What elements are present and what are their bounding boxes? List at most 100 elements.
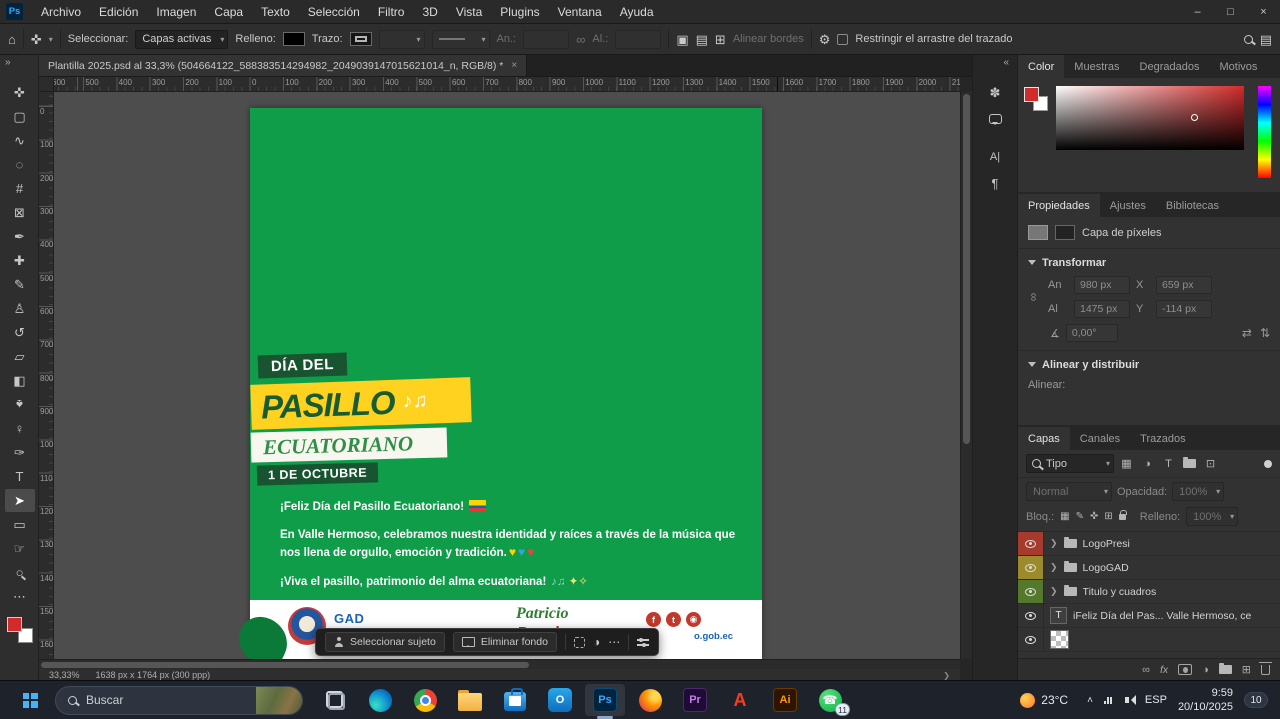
menu-item-plugins[interactable]: Plugins xyxy=(491,0,548,23)
tab-canales[interactable]: Canales xyxy=(1070,427,1130,450)
clone-stamp-tool[interactable]: ♙ xyxy=(5,297,35,320)
path-selection-tool[interactable]: ➤ xyxy=(5,489,35,512)
close-button[interactable]: × xyxy=(1247,0,1280,23)
saturation-brightness-box[interactable] xyxy=(1056,86,1244,150)
hidden-icons-chevron-icon[interactable]: ˄ xyxy=(1087,695,1093,706)
link-dimensions-icon[interactable]: ∞ xyxy=(576,33,585,46)
gradient-tool[interactable]: ◧ xyxy=(5,369,35,392)
hand-tool[interactable]: ☞ xyxy=(5,537,35,560)
stroke-swatch[interactable] xyxy=(350,32,372,46)
healing-brush-tool[interactable]: ✚ xyxy=(5,249,35,272)
flip-vertical-icon[interactable]: ⇅ xyxy=(1260,326,1270,340)
filter-adjustment-layers-icon[interactable]: ◑ xyxy=(1139,455,1156,472)
transform-section-header[interactable]: Transformar xyxy=(1018,249,1280,274)
menu-item-3d[interactable]: 3D xyxy=(413,0,446,23)
restore-button[interactable]: □ xyxy=(1214,0,1247,23)
filter-group-layers-icon[interactable] xyxy=(1181,455,1198,472)
adjustment-layer-icon[interactable]: ◑ xyxy=(1202,664,1209,676)
menu-item-ventana[interactable]: Ventana xyxy=(549,0,611,23)
adjustment-icon[interactable]: ◑ xyxy=(593,636,600,648)
foreground-color-swatch[interactable] xyxy=(1024,87,1039,102)
chrome-icon[interactable] xyxy=(405,684,445,716)
search-highlight-image[interactable] xyxy=(256,687,302,714)
taskbar-search[interactable]: Buscar xyxy=(55,686,303,715)
hue-slider[interactable] xyxy=(1258,86,1271,178)
file-explorer-icon[interactable] xyxy=(450,684,490,716)
clock[interactable]: 9:5920/10/2025 xyxy=(1178,686,1233,715)
outlook-icon[interactable]: O xyxy=(540,684,580,716)
tab-bibliotecas[interactable]: Bibliotecas xyxy=(1156,194,1229,217)
premiere-icon[interactable]: Pr xyxy=(675,684,715,716)
home-icon[interactable]: ⌂ xyxy=(8,33,16,46)
new-layer-icon[interactable]: ⊞ xyxy=(1242,663,1251,676)
lock-all-icon[interactable] xyxy=(1119,514,1126,520)
layer-visibility-toggle[interactable] xyxy=(1018,580,1044,603)
menu-item-ayuda[interactable]: Ayuda xyxy=(611,0,663,23)
dodge-tool[interactable]: ♀ xyxy=(5,417,35,440)
history-brush-tool[interactable]: ↺ xyxy=(5,321,35,344)
vertical-scrollbar-thumb[interactable] xyxy=(963,94,970,444)
type-tool[interactable]: T xyxy=(5,465,35,488)
lock-pixels-icon[interactable]: ✎ xyxy=(1076,512,1084,522)
fill-field[interactable]: 100% xyxy=(1186,507,1238,526)
illustrator-icon[interactable]: Ai xyxy=(765,684,805,716)
volume-icon[interactable] xyxy=(1125,697,1129,703)
distribute-icon[interactable]: ⊞ xyxy=(715,33,726,46)
text-layer-thumbnail[interactable]: T xyxy=(1050,607,1067,624)
tool-preset-chevron-icon[interactable]: ▾ xyxy=(49,35,53,44)
brush-tool[interactable]: ✎ xyxy=(5,273,35,296)
canvas-viewport[interactable]: DÍA DEL PASILLO♪♫ ECUATORIANO 1 DE OCTUB… xyxy=(54,92,960,659)
remove-background-button[interactable]: Eliminar fondo xyxy=(453,632,557,652)
link-layers-icon[interactable]: ∞ xyxy=(1142,664,1150,676)
tab-degradados[interactable]: Degradados xyxy=(1130,55,1210,78)
search-icon[interactable] xyxy=(1244,35,1253,44)
filter-pixel-layers-icon[interactable]: ▦ xyxy=(1118,455,1135,472)
expand-chevron-icon[interactable]: ❯ xyxy=(1050,562,1058,573)
layer-row[interactable]: ❯LogoGAD xyxy=(1018,556,1280,580)
blur-tool[interactable]: ♠ xyxy=(5,393,35,416)
frame-tool[interactable]: ⊠ xyxy=(5,201,35,224)
weather-widget[interactable]: 23°C xyxy=(1020,693,1068,708)
filter-type-dropdown[interactable]: Tipo xyxy=(1026,454,1114,473)
settings-gear-icon[interactable]: ⚙ xyxy=(819,33,831,46)
flower-panel-icon[interactable]: ✽ xyxy=(985,83,1005,103)
firefox-icon[interactable] xyxy=(630,684,670,716)
close-tab-icon[interactable]: × xyxy=(511,60,517,71)
horizontal-scrollbar-thumb[interactable] xyxy=(41,662,529,668)
layer-row[interactable] xyxy=(1018,628,1280,652)
lock-transparency-icon[interactable]: ▦ xyxy=(1060,512,1069,522)
angle-field[interactable]: 0,00° xyxy=(1066,324,1118,342)
layer-visibility-toggle[interactable] xyxy=(1018,628,1044,651)
character-panel-icon[interactable]: A| xyxy=(985,147,1005,167)
comments-panel-icon[interactable] xyxy=(985,109,1005,129)
workspace-icon[interactable]: ▤ xyxy=(1260,33,1272,46)
zoom-tool[interactable]: ○ xyxy=(5,561,35,584)
move-tool[interactable]: ✜ xyxy=(5,81,35,104)
layer-row[interactable]: ❯Titulo y cuadros xyxy=(1018,580,1280,604)
marquee-tool[interactable]: ▢ xyxy=(5,105,35,128)
y-field[interactable]: -114 px xyxy=(1156,300,1212,318)
transform-selection-icon[interactable] xyxy=(574,637,585,648)
menu-item-capa[interactable]: Capa xyxy=(205,0,252,23)
layer-row[interactable]: TiFeliz Día del Pas... Valle Hermoso, ce xyxy=(1018,604,1280,628)
eraser-tool[interactable]: ▱ xyxy=(5,345,35,368)
expand-toolbar-chevron-icon[interactable] xyxy=(5,57,11,68)
lock-artboard-icon[interactable]: ⊞ xyxy=(1104,512,1112,522)
crop-tool[interactable]: # xyxy=(5,177,35,200)
tab-propiedades[interactable]: Propiedades xyxy=(1018,194,1100,217)
edge-icon[interactable] xyxy=(360,684,400,716)
shape-tool[interactable]: ▭ xyxy=(5,513,35,536)
tab-trazados[interactable]: Trazados xyxy=(1130,427,1195,450)
align-icon[interactable]: ▤ xyxy=(696,33,708,46)
blend-mode-dropdown[interactable]: Normal xyxy=(1026,482,1112,501)
menu-item-selección[interactable]: Selección xyxy=(299,0,369,23)
vertical-ruler[interactable]: 0100200300400500600700800900100011001200… xyxy=(39,92,54,659)
document-tab[interactable]: Plantilla 2025.psd al 33,3% (504664122_5… xyxy=(39,55,527,76)
language-indicator[interactable]: ESP xyxy=(1145,694,1167,706)
layer-visibility-toggle[interactable] xyxy=(1018,604,1044,627)
more-options-icon[interactable]: ⋯ xyxy=(608,636,620,648)
tab-muestras[interactable]: Muestras xyxy=(1064,55,1129,78)
fill-swatch[interactable] xyxy=(283,32,305,46)
filter-smart-objects-icon[interactable]: ⊡ xyxy=(1202,455,1219,472)
x-field[interactable]: 659 px xyxy=(1156,276,1212,294)
